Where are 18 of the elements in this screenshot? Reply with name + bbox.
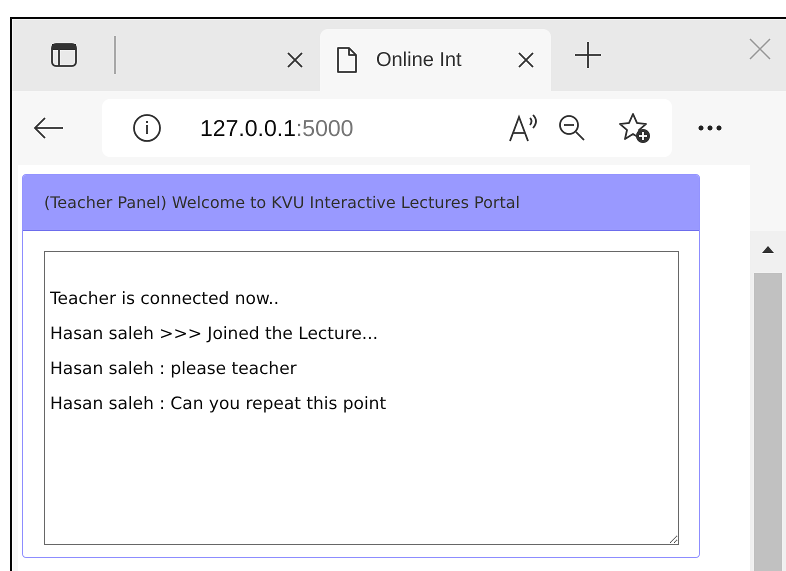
new-tab-icon[interactable] [573,40,603,70]
scroll-up-icon[interactable] [762,245,774,253]
info-icon[interactable] [132,113,162,143]
close-icon[interactable] [517,51,535,69]
read-aloud-icon[interactable] [508,113,540,143]
browser-tab[interactable]: Online Int [320,29,551,91]
chat-log-field[interactable]: Teacher is connected now.. Hasan saleh >>> Joined the Lecture... Hasan saleh : please teacher Hasan saleh : Can you repeat this point [44,251,679,545]
favorite-add-icon[interactable] [618,112,652,144]
zoom-out-icon[interactable] [558,114,586,142]
more-icon[interactable] [698,125,722,131]
address-bar[interactable]: 127.0.0.1:5000 [102,99,672,157]
scrollbar-thumb[interactable] [754,273,782,571]
close-icon[interactable] [286,51,304,69]
back-icon[interactable] [32,116,64,140]
tab-actions-icon[interactable] [50,42,78,68]
panel-heading: (Teacher Panel) Welcome to KVU Interactive Lectures Portal [23,175,699,231]
url-text: 127.0.0.1:5000 [200,114,354,143]
document-icon [336,46,358,74]
